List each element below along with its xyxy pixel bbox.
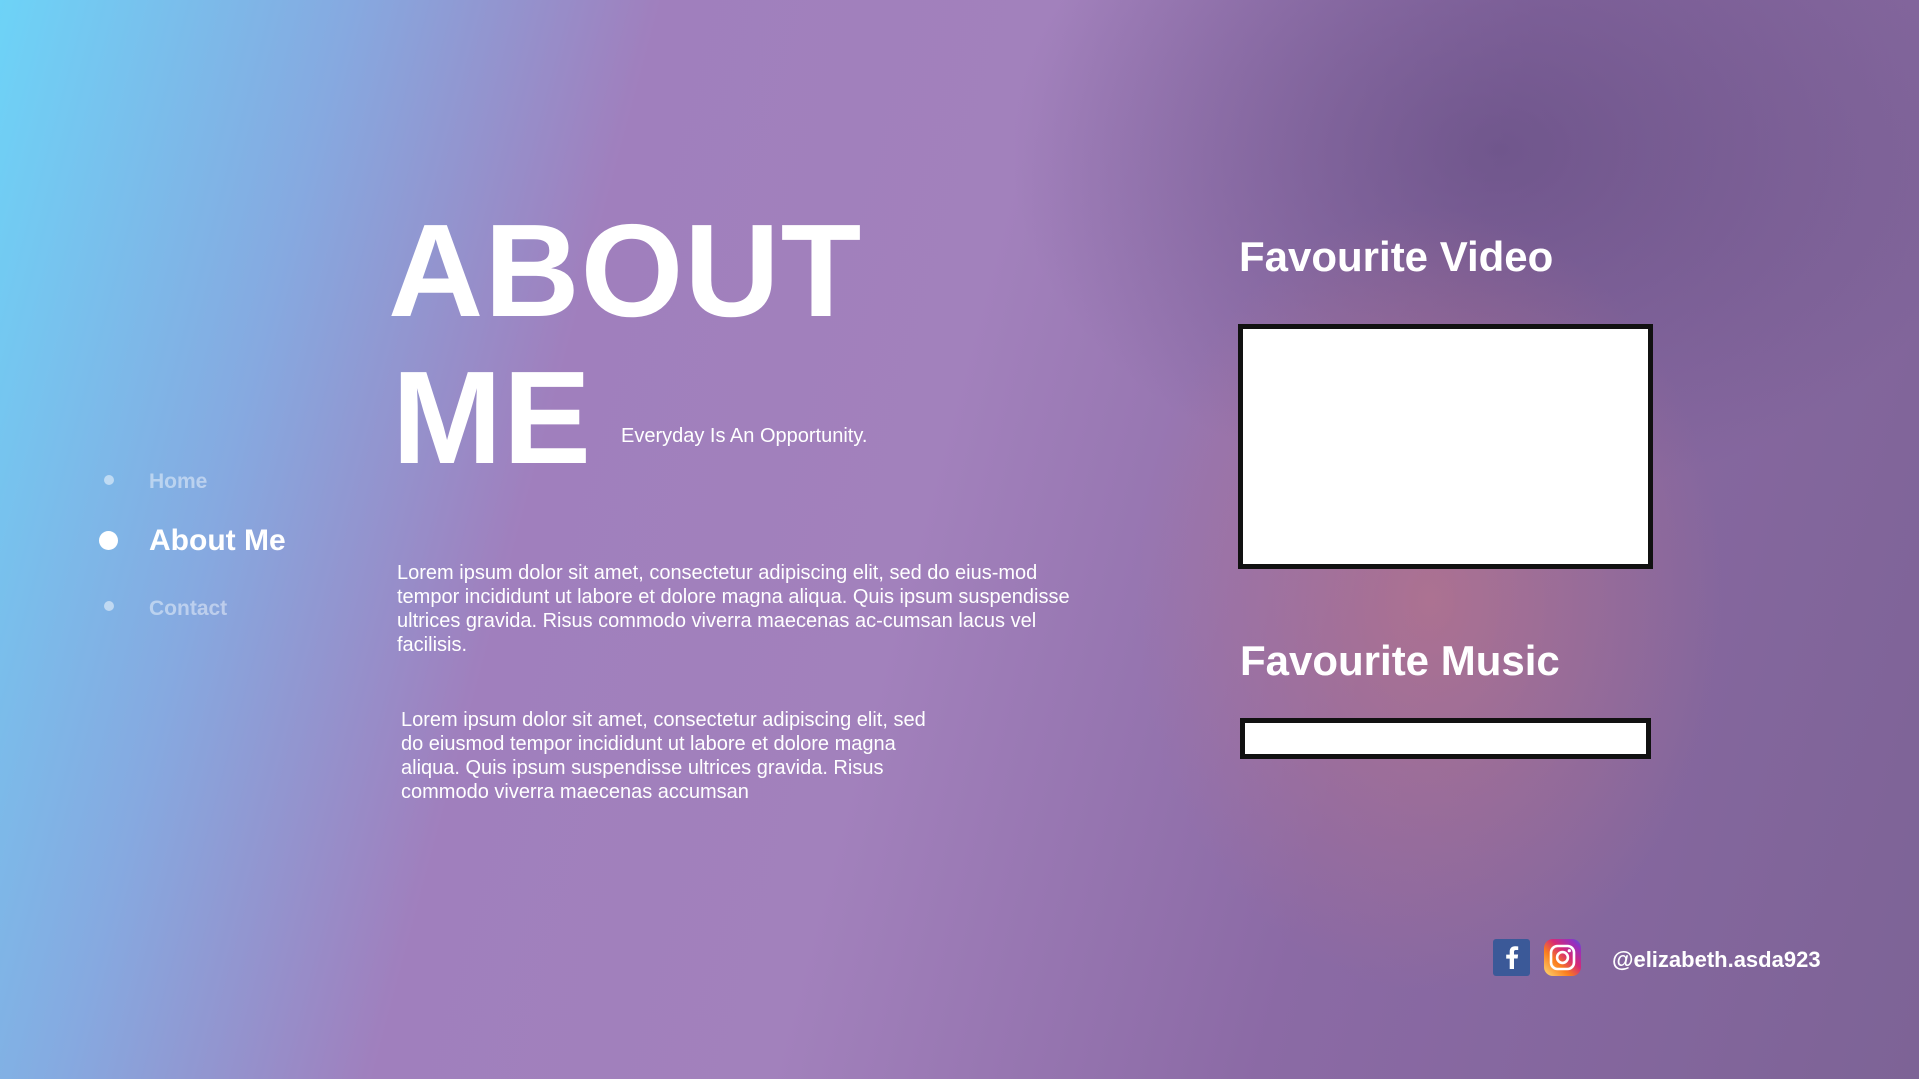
instagram-icon bbox=[1544, 939, 1581, 976]
facebook-link[interactable] bbox=[1493, 939, 1530, 976]
facebook-icon bbox=[1493, 939, 1530, 976]
nav-dot-contact bbox=[104, 601, 114, 611]
page-title-line1: ABOUT bbox=[388, 197, 863, 344]
music-player[interactable] bbox=[1240, 718, 1651, 759]
nav-item-contact[interactable]: Contact bbox=[149, 597, 227, 621]
instagram-link[interactable] bbox=[1544, 939, 1581, 976]
nav-dot-about-me bbox=[99, 531, 118, 550]
nav-item-home[interactable]: Home bbox=[149, 470, 207, 494]
favourite-music-heading: Favourite Music bbox=[1240, 637, 1560, 684]
page-title-line2: ME bbox=[392, 344, 592, 491]
about-paragraph-1: Lorem ipsum dolor sit amet, consectetur … bbox=[397, 562, 1070, 656]
nav-item-about-me[interactable]: About Me bbox=[149, 524, 286, 558]
favourite-video-heading: Favourite Video bbox=[1239, 233, 1554, 280]
tagline: Everyday Is An Opportunity. bbox=[621, 425, 868, 447]
about-me-page: { "nav": { "items": [ {"label": "Home", … bbox=[0, 0, 1919, 1079]
about-paragraph-2: Lorem ipsum dolor sit amet, consectetur … bbox=[401, 709, 926, 803]
video-player[interactable] bbox=[1238, 324, 1653, 569]
social-handle: @elizabeth.asda923 bbox=[1612, 947, 1821, 972]
nav-dot-home bbox=[104, 475, 114, 485]
